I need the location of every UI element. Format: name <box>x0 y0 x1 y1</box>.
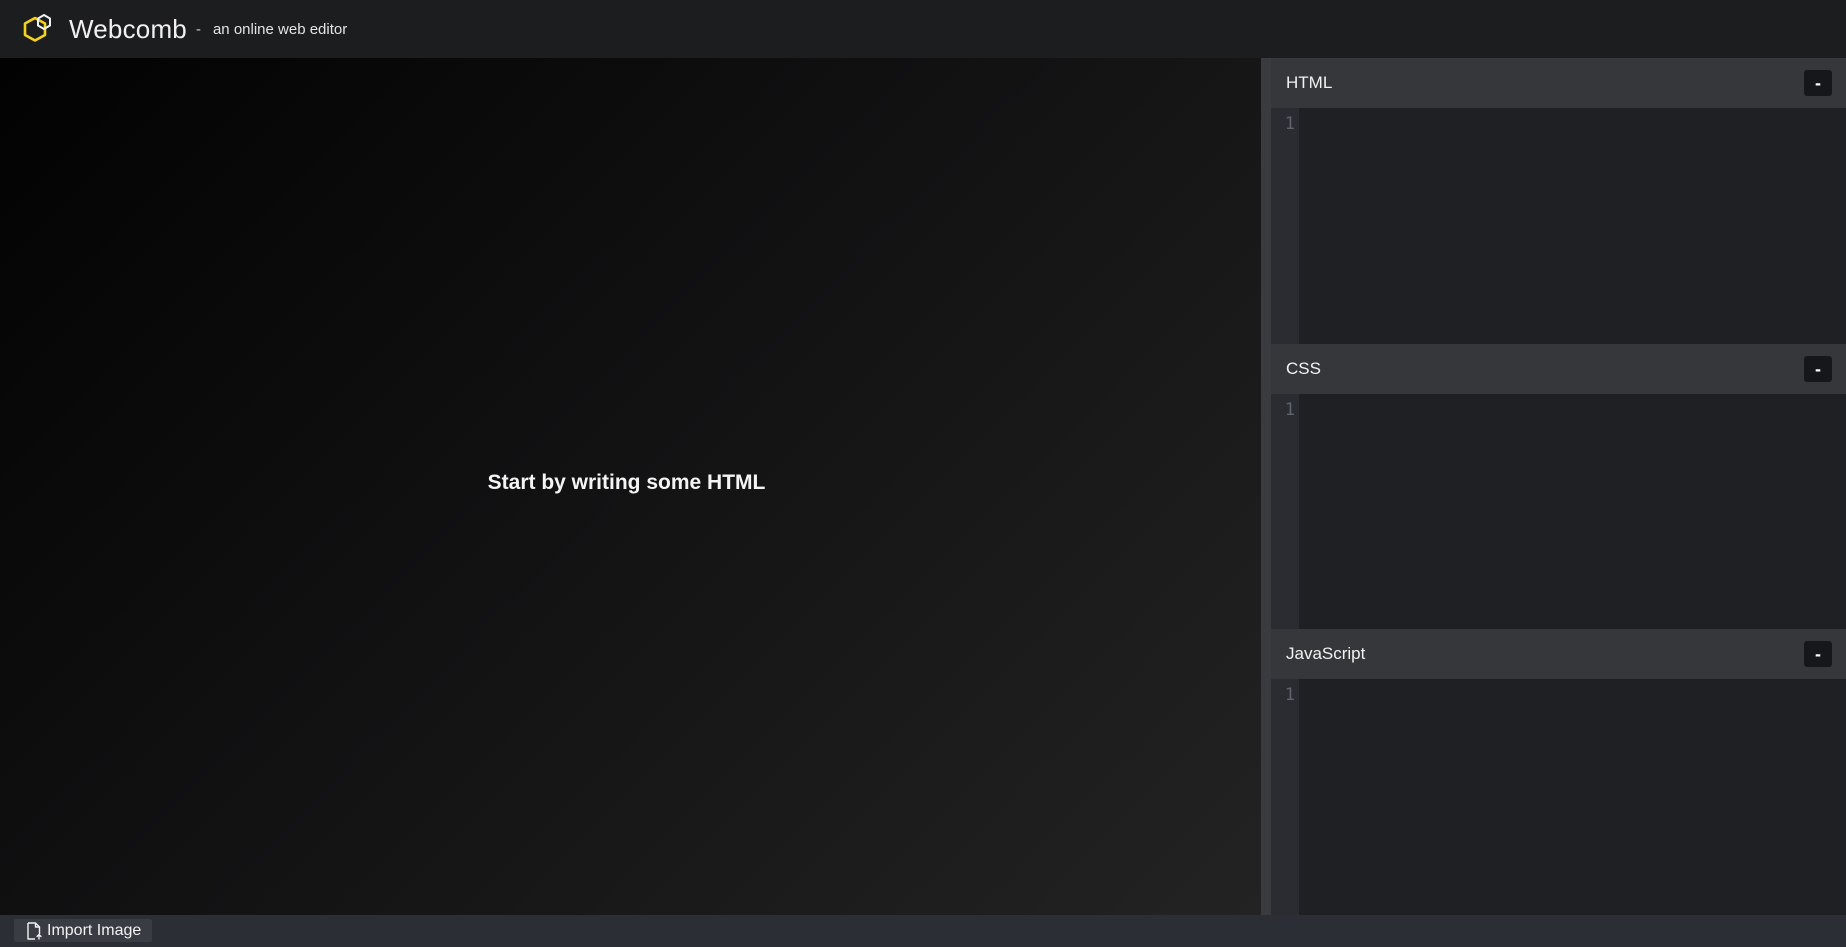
js-editor-header: JavaScript - <box>1271 629 1846 679</box>
preview-pane[interactable]: Start by writing some HTML <box>0 58 1261 915</box>
brand-name: Webcomb <box>69 13 187 44</box>
bottom-bar: Import Image <box>0 915 1846 947</box>
html-editor-title: HTML <box>1286 73 1333 92</box>
top-bar: Webcomb - an online web editor <box>0 0 1846 58</box>
js-editor-title: JavaScript <box>1286 644 1366 663</box>
html-code-editor[interactable]: 1 <box>1271 108 1846 344</box>
css-code-editor[interactable]: 1 <box>1271 394 1846 630</box>
html-code-input[interactable] <box>1299 108 1846 344</box>
html-minimize-button[interactable]: - <box>1804 70 1832 96</box>
html-line-gutter: 1 <box>1271 108 1299 344</box>
css-editor-header: CSS - <box>1271 344 1846 394</box>
html-editor-header: HTML - <box>1271 58 1846 108</box>
hexagon-logo-icon <box>23 14 51 42</box>
title-separator: - <box>195 20 201 38</box>
css-editor-panel: CSS - 1 <box>1271 344 1846 630</box>
html-editor-panel: HTML - 1 <box>1271 58 1846 344</box>
css-line-gutter: 1 <box>1271 394 1299 630</box>
import-image-button[interactable]: Import Image <box>14 919 153 942</box>
js-editor-panel: JavaScript - 1 <box>1271 629 1846 915</box>
js-code-input[interactable] <box>1299 679 1846 915</box>
line-number: 1 <box>1284 114 1295 134</box>
line-number: 1 <box>1284 685 1295 705</box>
css-editor-title: CSS <box>1286 359 1321 378</box>
preview-placeholder: Start by writing some HTML <box>487 471 766 494</box>
css-code-input[interactable] <box>1299 394 1846 630</box>
import-image-label: Import Image <box>47 921 142 939</box>
js-line-gutter: 1 <box>1271 679 1299 915</box>
tagline: an online web editor <box>212 20 348 38</box>
line-number: 1 <box>1284 400 1295 420</box>
js-code-editor[interactable]: 1 <box>1271 679 1846 915</box>
app-root: Webcomb - an online web editor Start by … <box>0 0 1846 947</box>
file-import-icon <box>27 921 42 940</box>
pane-resize-handle[interactable] <box>1261 58 1271 915</box>
js-minimize-button[interactable]: - <box>1804 641 1832 667</box>
editor-column: HTML - 1 CSS - 1 JavaScript - 1 <box>1271 58 1846 915</box>
css-minimize-button[interactable]: - <box>1804 356 1832 382</box>
